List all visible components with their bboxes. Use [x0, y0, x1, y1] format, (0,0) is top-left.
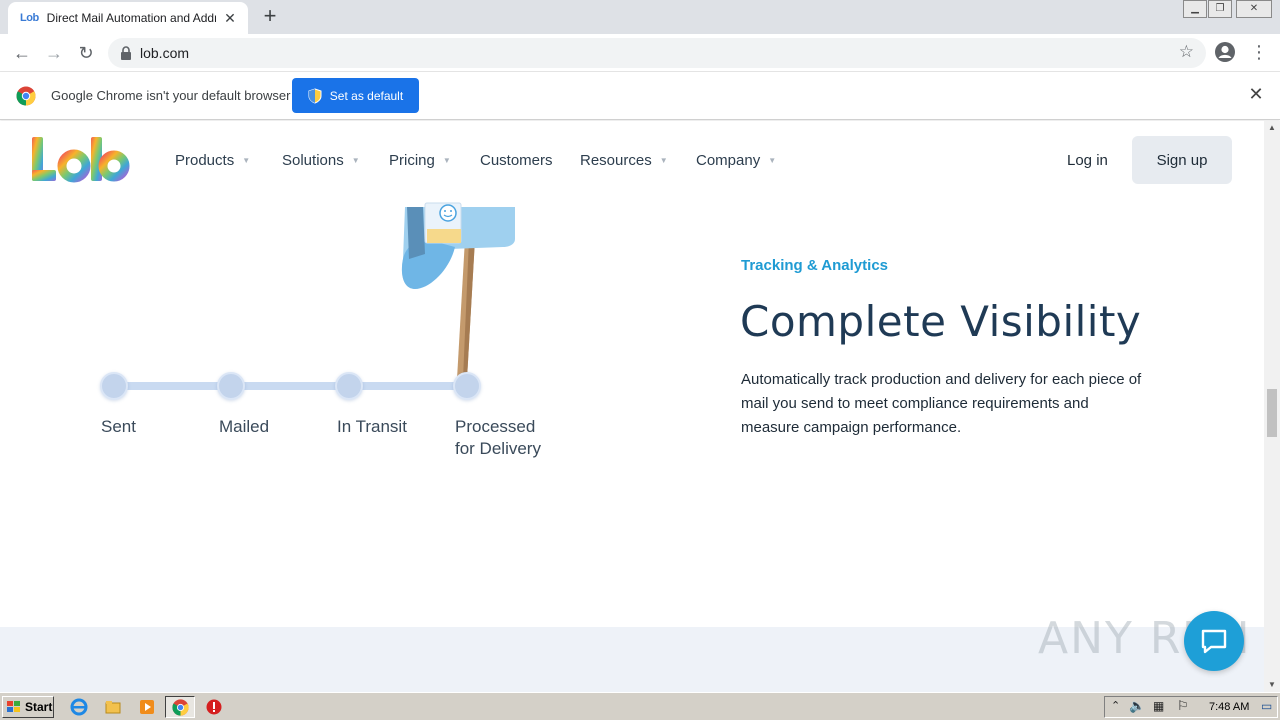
nav-resources-label: Resources: [580, 152, 652, 169]
windows-taskbar: Start ⌃ 🔈 ▦ ⚐ ▭ 7:48 AM: [0, 692, 1280, 720]
caret-down-icon: ▼: [768, 156, 777, 165]
timeline-dot-in-transit: [335, 372, 363, 400]
page-scrollbar[interactable]: ▲ ▼: [1264, 121, 1280, 692]
timeline-label-processed-line1: Processed: [455, 417, 536, 436]
timeline-track: [114, 382, 466, 390]
chat-icon: [1201, 629, 1227, 654]
volume-icon[interactable]: 🔈: [1129, 698, 1145, 714]
timeline-dot-processed: [453, 372, 481, 400]
forward-icon[interactable]: →: [41, 40, 67, 66]
browser-toolbar: ← → ↻ lob.com ☆: [0, 34, 1280, 72]
nav-pricing-label: Pricing: [389, 152, 435, 169]
url-text: lob.com: [140, 45, 190, 61]
browser-tab[interactable]: Lob Direct Mail Automation and Address ✕: [8, 2, 248, 34]
timeline-dot-sent: [100, 372, 128, 400]
nav-products-label: Products: [175, 152, 235, 169]
restore-window-button[interactable]: ❐: [1208, 0, 1232, 18]
infobar-close-icon[interactable]: ✕: [1246, 84, 1266, 105]
nav-products[interactable]: Products ▼: [175, 152, 250, 169]
lob-logo[interactable]: [30, 135, 130, 183]
infobar-message: Google Chrome isn't your default browser: [51, 88, 291, 103]
timeline-label-processed: Processed for Delivery: [455, 416, 541, 460]
minimize-window-button[interactable]: ▁: [1183, 0, 1207, 18]
timeline-label-sent: Sent: [101, 417, 136, 436]
lock-icon: [121, 46, 131, 60]
start-label: Start: [25, 700, 53, 714]
caret-down-icon: ▼: [351, 156, 360, 165]
timeline-label-processed-line2: for Delivery: [455, 439, 541, 458]
nav-solutions[interactable]: Solutions ▼: [282, 152, 360, 169]
internet-explorer-icon[interactable]: [70, 698, 88, 716]
timeline-label-in-transit: In Transit: [337, 417, 407, 436]
mailbox-illustration: [401, 202, 515, 379]
site-header: Products ▼ Solutions ▼ Pricing ▼ Custome…: [0, 121, 1264, 199]
tab-title: Direct Mail Automation and Address: [46, 11, 216, 25]
file-explorer-icon[interactable]: [104, 698, 122, 716]
lob-favicon-icon: Lob: [20, 12, 39, 24]
scroll-up-icon[interactable]: ▲: [1264, 121, 1280, 135]
start-button[interactable]: Start: [2, 696, 54, 718]
chrome-taskbar-icon: [172, 699, 189, 716]
page-viewport: Products ▼ Solutions ▼ Pricing ▼ Custome…: [0, 121, 1264, 692]
menu-kebab-icon[interactable]: ⋮: [1250, 40, 1268, 64]
shield-icon: [308, 87, 322, 104]
taskbar-clock[interactable]: 7:48 AM: [1209, 701, 1249, 713]
account-icon[interactable]: [1214, 41, 1236, 63]
chrome-logo-icon: [16, 86, 36, 106]
media-player-icon[interactable]: [138, 698, 156, 716]
address-bar[interactable]: lob.com ☆: [108, 38, 1206, 68]
nav-company-label: Company: [696, 152, 761, 169]
bookmark-star-icon[interactable]: ☆: [1179, 42, 1194, 62]
nav-pricing[interactable]: Pricing ▼: [389, 152, 451, 169]
action-center-flag-icon[interactable]: ⚐: [1177, 698, 1189, 714]
feature-headline: Complete Visibility: [740, 297, 1142, 346]
tab-close-icon[interactable]: ✕: [222, 10, 238, 27]
nav-customers[interactable]: Customers: [480, 152, 553, 169]
taskbar-chrome-button[interactable]: [165, 696, 195, 718]
nav-company[interactable]: Company ▼: [696, 152, 776, 169]
stop-sign-icon[interactable]: [205, 698, 223, 716]
browser-tab-strip: Lob Direct Mail Automation and Address ✕…: [0, 0, 1280, 34]
signup-label: Sign up: [1156, 151, 1208, 169]
scrollbar-thumb[interactable]: [1267, 389, 1277, 437]
login-link[interactable]: Log in: [1067, 152, 1108, 169]
timeline-label-mailed: Mailed: [219, 417, 270, 436]
tray-expand-icon[interactable]: ⌃: [1111, 699, 1120, 712]
nav-solutions-label: Solutions: [282, 152, 344, 169]
feature-eyebrow: Tracking & Analytics: [741, 257, 888, 274]
caret-down-icon: ▼: [442, 156, 451, 165]
system-tray: ⌃ 🔈 ▦ ⚐ ▭: [1104, 696, 1278, 718]
caret-down-icon: ▼: [242, 156, 251, 165]
scroll-down-icon[interactable]: ▼: [1264, 678, 1280, 692]
back-icon[interactable]: ←: [9, 40, 35, 66]
default-browser-infobar: Google Chrome isn't your default browser…: [0, 72, 1280, 120]
nav-customers-label: Customers: [480, 152, 553, 169]
set-as-default-button[interactable]: Set as default: [292, 78, 419, 113]
network-icon[interactable]: ▦: [1153, 699, 1164, 713]
nav-resources[interactable]: Resources ▼: [580, 152, 668, 169]
caret-down-icon: ▼: [659, 156, 668, 165]
feature-body: Automatically track production and deliv…: [741, 371, 1142, 436]
timeline-dot-mailed: [217, 372, 245, 400]
reload-icon[interactable]: ↻: [73, 40, 99, 66]
windows-flag-icon: [7, 701, 20, 712]
set-as-default-label: Set as default: [329, 88, 404, 103]
close-window-button[interactable]: ✕: [1236, 0, 1272, 18]
new-tab-button[interactable]: +: [258, 4, 282, 28]
show-desktop-icon[interactable]: ▭: [1261, 699, 1272, 713]
signup-button[interactable]: Sign up: [1132, 136, 1232, 184]
chat-launcher-button[interactable]: [1184, 611, 1244, 671]
